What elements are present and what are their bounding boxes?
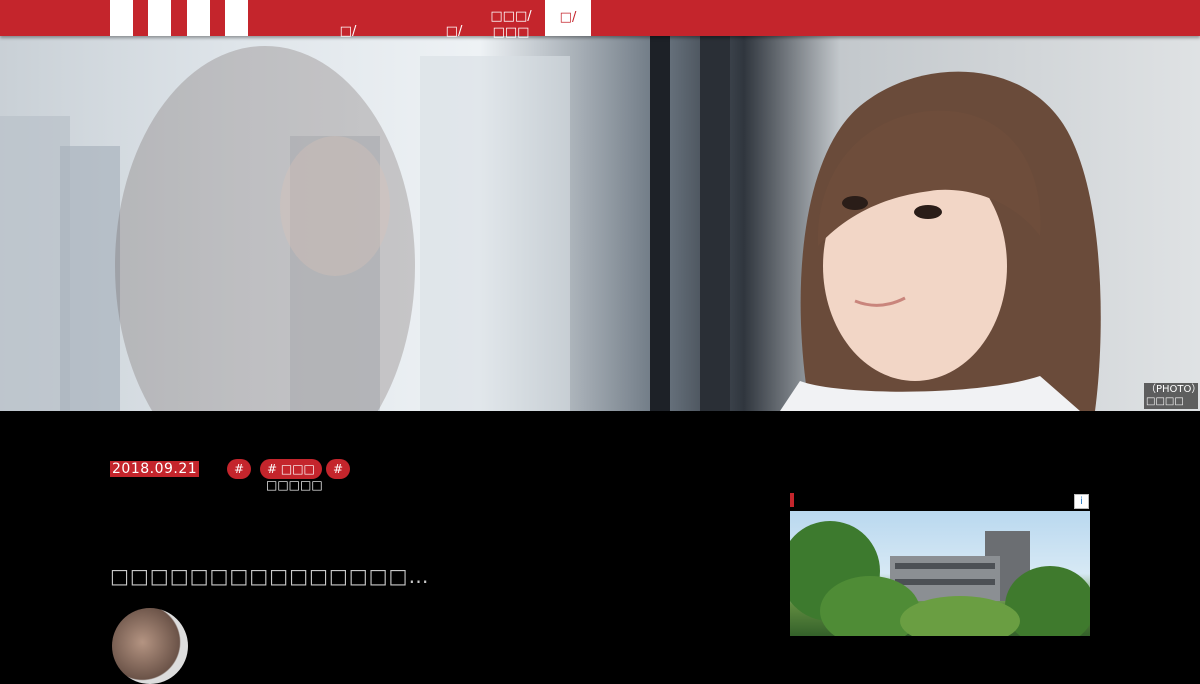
logo-stripe (187, 0, 210, 36)
logo-stripe (148, 0, 171, 36)
hero-illustration (0, 36, 1101, 411)
photo-credit: （PHOTO） □□□□ (1144, 383, 1200, 409)
tag-continuation[interactable]: □□□□□ (266, 478, 323, 492)
tag-3[interactable]: # (326, 459, 351, 479)
nav-item-active[interactable]: □/ (545, 0, 591, 36)
nav-item-2[interactable]: □/ (444, 24, 464, 40)
tag-2[interactable]: # □□□ (260, 459, 322, 479)
ad-info-icon[interactable]: i (1074, 494, 1089, 509)
ad-accent-bar (790, 493, 794, 507)
nav-item-1[interactable]: □/ (338, 24, 358, 40)
author-avatar[interactable] (112, 608, 188, 684)
site-header: □/ □/ □□□/ □□□ □/ (0, 0, 1200, 40)
logo-stripe (225, 0, 248, 36)
tag-1[interactable]: # (227, 459, 252, 479)
hero-photo: （PHOTO） □□□□ (0, 36, 1200, 411)
nav-item-3[interactable]: □□□/ □□□ (490, 9, 532, 41)
ad-image[interactable] (790, 511, 1090, 636)
article-title: □□□□□□□□□□□□□□□… (110, 564, 430, 588)
article-date: 2018.09.21 (110, 461, 200, 477)
ad-illustration (790, 521, 1090, 636)
logo-stripe (110, 0, 133, 36)
